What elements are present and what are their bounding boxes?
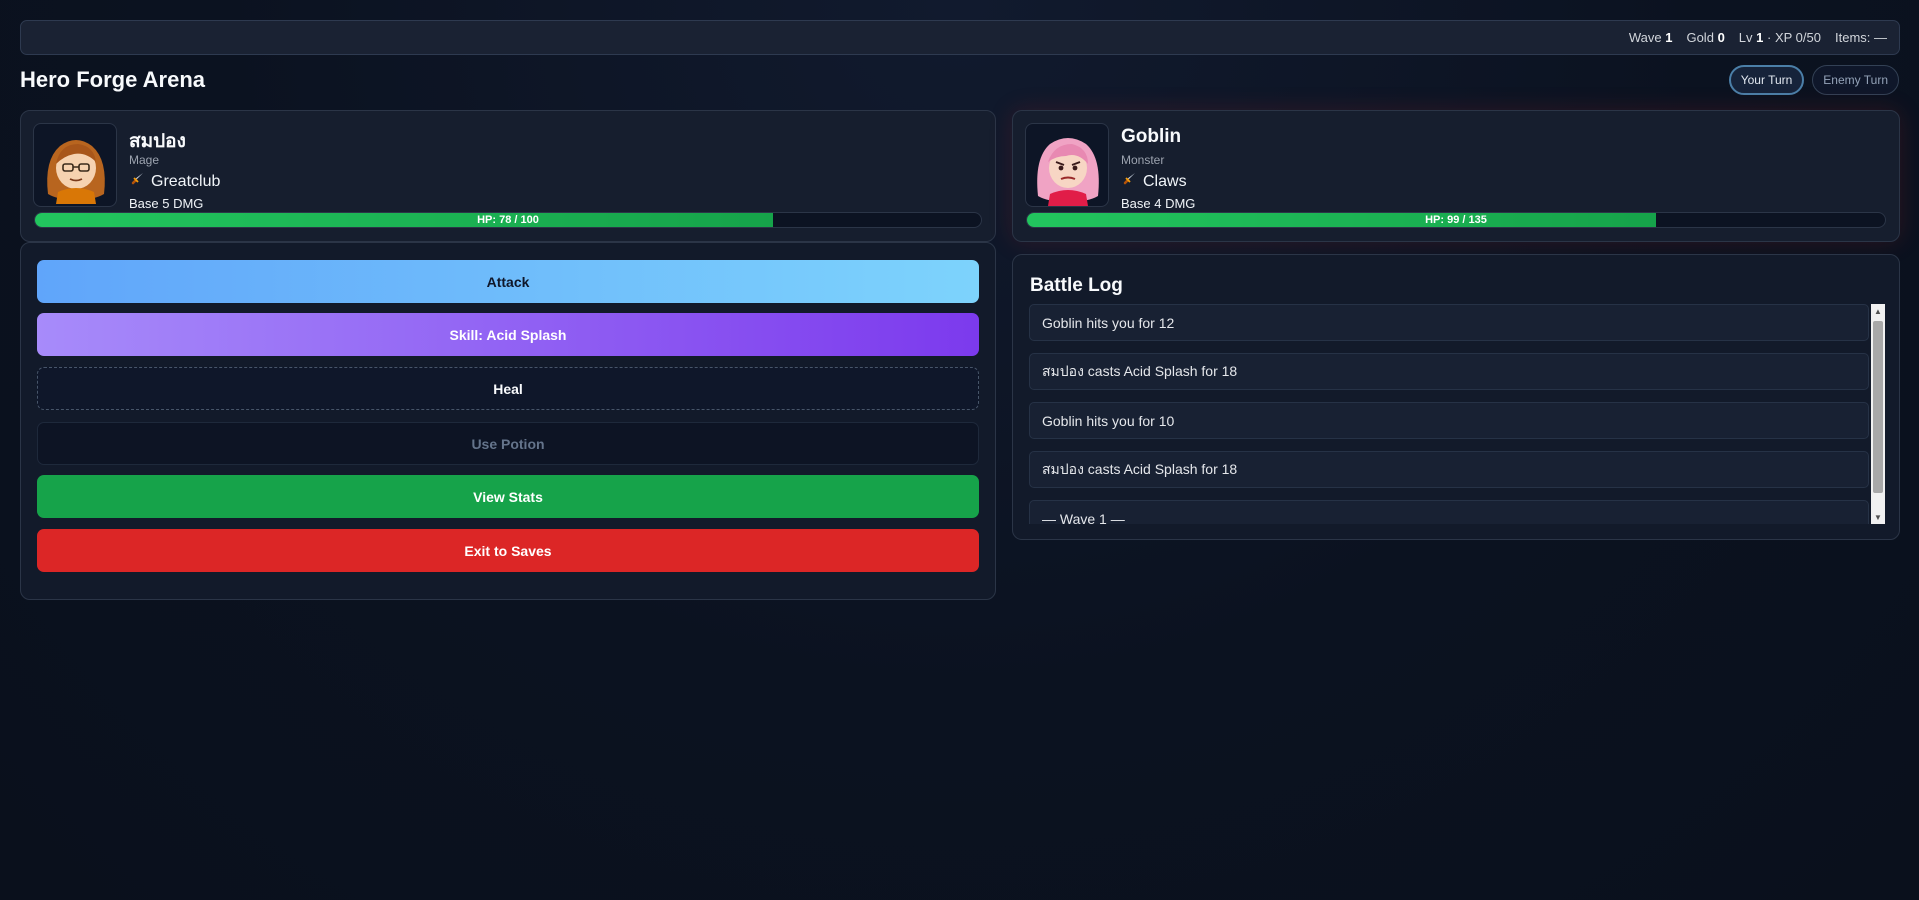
enemy-base-damage: Base 4 DMG: [1121, 196, 1196, 211]
battle-log-list[interactable]: Goblin hits you for 12 สมปอง casts Acid …: [1029, 304, 1869, 524]
scroll-up-arrow-icon[interactable]: ▲: [1871, 304, 1885, 318]
your-turn-pill: Your Turn: [1728, 65, 1805, 95]
turn-indicator: Your Turn Enemy Turn: [1728, 65, 1899, 95]
exit-to-saves-button[interactable]: Exit to Saves: [37, 529, 979, 572]
enemy-turn-pill: Enemy Turn: [1812, 65, 1899, 95]
log-entry: Goblin hits you for 12: [1029, 304, 1869, 341]
enemy-weapon: Claws: [1121, 171, 1187, 192]
xp-text: · XP 0/50: [1767, 30, 1821, 45]
battle-log-scrollbar[interactable]: ▲ ▼: [1871, 304, 1885, 524]
wave-value: 1: [1665, 30, 1673, 45]
mage-avatar-icon: [47, 140, 105, 204]
skill-button[interactable]: Skill: Acid Splash: [37, 313, 979, 356]
player-class: Mage: [129, 153, 160, 167]
dagger-icon: [1121, 171, 1137, 192]
log-entry: Goblin hits you for 10: [1029, 402, 1869, 439]
enemy-class: Monster: [1121, 153, 1165, 167]
level-value: 1: [1756, 30, 1764, 45]
player-card: สมปอง Mage Greatclub Base 5 DMG HP: 78 /…: [20, 110, 996, 242]
player-portrait: [33, 123, 117, 207]
wave-stat: Wave 1: [1628, 30, 1673, 45]
player-hp-text: HP: 78 / 100: [477, 214, 539, 226]
player-base-damage: Base 5 DMG: [129, 196, 204, 211]
page-title: Hero Forge Arena: [20, 67, 206, 92]
enemy-name: Goblin: [1121, 126, 1182, 147]
player-hp-bar: HP: 78 / 100: [34, 212, 982, 228]
view-stats-button[interactable]: View Stats: [37, 475, 979, 518]
gold-value: 0: [1717, 30, 1725, 45]
use-potion-button[interactable]: Use Potion: [37, 422, 979, 465]
status-bar: Wave 1 Gold 0 Lv 1 · XP 0/50 Items: —: [20, 20, 1900, 55]
player-weapon-name: Greatclub: [151, 172, 221, 190]
enemy-portrait: [1025, 123, 1109, 207]
player-weapon: Greatclub: [129, 171, 220, 192]
dagger-icon: [129, 171, 145, 192]
goblin-avatar-icon: [1037, 138, 1099, 206]
enemy-hp-bar: HP: 99 / 135: [1026, 212, 1886, 228]
enemy-hp-text: HP: 99 / 135: [1425, 214, 1487, 226]
items-stat: Items: —: [1834, 30, 1887, 45]
enemy-card: Goblin Monster Claws Base 4 DMG HP: 99 /…: [1012, 110, 1900, 242]
player-name: สมปอง: [129, 131, 186, 152]
gold-stat: Gold 0: [1686, 30, 1725, 45]
scroll-thumb[interactable]: [1873, 321, 1883, 493]
log-entry: — Wave 1 —: [1029, 500, 1869, 524]
attack-button[interactable]: Attack: [37, 260, 979, 303]
log-entry: สมปอง casts Acid Splash for 18: [1029, 353, 1869, 390]
scroll-down-arrow-icon[interactable]: ▼: [1871, 510, 1885, 524]
heal-button[interactable]: Heal: [37, 367, 979, 410]
action-panel: Attack Skill: Acid Splash Heal Use Potio…: [20, 242, 996, 600]
battle-log-panel: Battle Log Goblin hits you for 12 สมปอง …: [1012, 254, 1900, 540]
enemy-weapon-name: Claws: [1143, 172, 1187, 190]
battle-log-title: Battle Log: [1030, 275, 1123, 296]
log-entry: สมปอง casts Acid Splash for 18: [1029, 451, 1869, 488]
level-stat: Lv 1 · XP 0/50: [1738, 30, 1821, 45]
